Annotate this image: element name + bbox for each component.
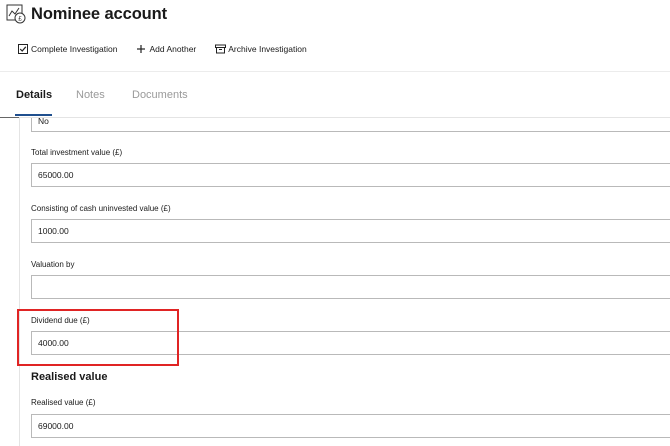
cash-uninvested-value: 1000.00 [38,226,69,236]
add-another-label: Add Another [149,44,197,54]
tab-bar: Details Notes Documents [0,72,670,118]
archive-icon [215,44,227,54]
tab-details[interactable]: Details [16,89,52,101]
archive-investigation-label: Archive Investigation [228,44,307,54]
title-row: £ Nominee account [6,3,167,25]
cash-uninvested-field[interactable]: 1000.00 [31,219,670,243]
tab-documents[interactable]: Documents [132,89,188,101]
realised-value-field[interactable]: 69000.00 [31,414,670,438]
left-rail [19,118,20,446]
add-another-button[interactable]: Add Another [136,44,196,54]
page-title: Nominee account [31,4,168,23]
previous-field[interactable]: No [31,118,670,132]
chart-pound-icon: £ [6,4,26,24]
toolbar: Complete Investigation Add Another Archi… [18,42,326,56]
checkbox-icon [18,44,28,54]
total-investment-value: 65000.00 [38,170,74,180]
valuation-by-field[interactable] [31,275,670,299]
realised-value-label: Realised value (£) [31,398,96,407]
active-tab-indicator [15,114,52,116]
total-investment-label: Total investment value (£) [31,148,123,157]
tab-notes[interactable]: Notes [76,89,105,101]
archive-investigation-button[interactable]: Archive Investigation [215,44,307,54]
cash-uninvested-label: Consisting of cash uninvested value (£) [31,204,171,213]
total-investment-field[interactable]: 65000.00 [31,163,670,187]
complete-investigation-label: Complete Investigation [31,44,118,54]
page: £ Nominee account Complete Investigation [0,0,670,446]
plus-icon [136,44,146,54]
realised-value-heading: Realised value [31,371,108,383]
svg-text:£: £ [18,16,22,23]
details-panel: No Total investment value (£) 65000.00 C… [0,118,670,446]
realised-value-value: 69000.00 [38,421,74,431]
rail-marker [0,117,19,118]
previous-field-value: No [38,118,49,126]
valuation-by-label: Valuation by [31,260,75,269]
complete-investigation-button[interactable]: Complete Investigation [18,44,117,54]
dividend-highlight-box [17,309,179,366]
header: £ Nominee account Complete Investigation [0,0,670,72]
